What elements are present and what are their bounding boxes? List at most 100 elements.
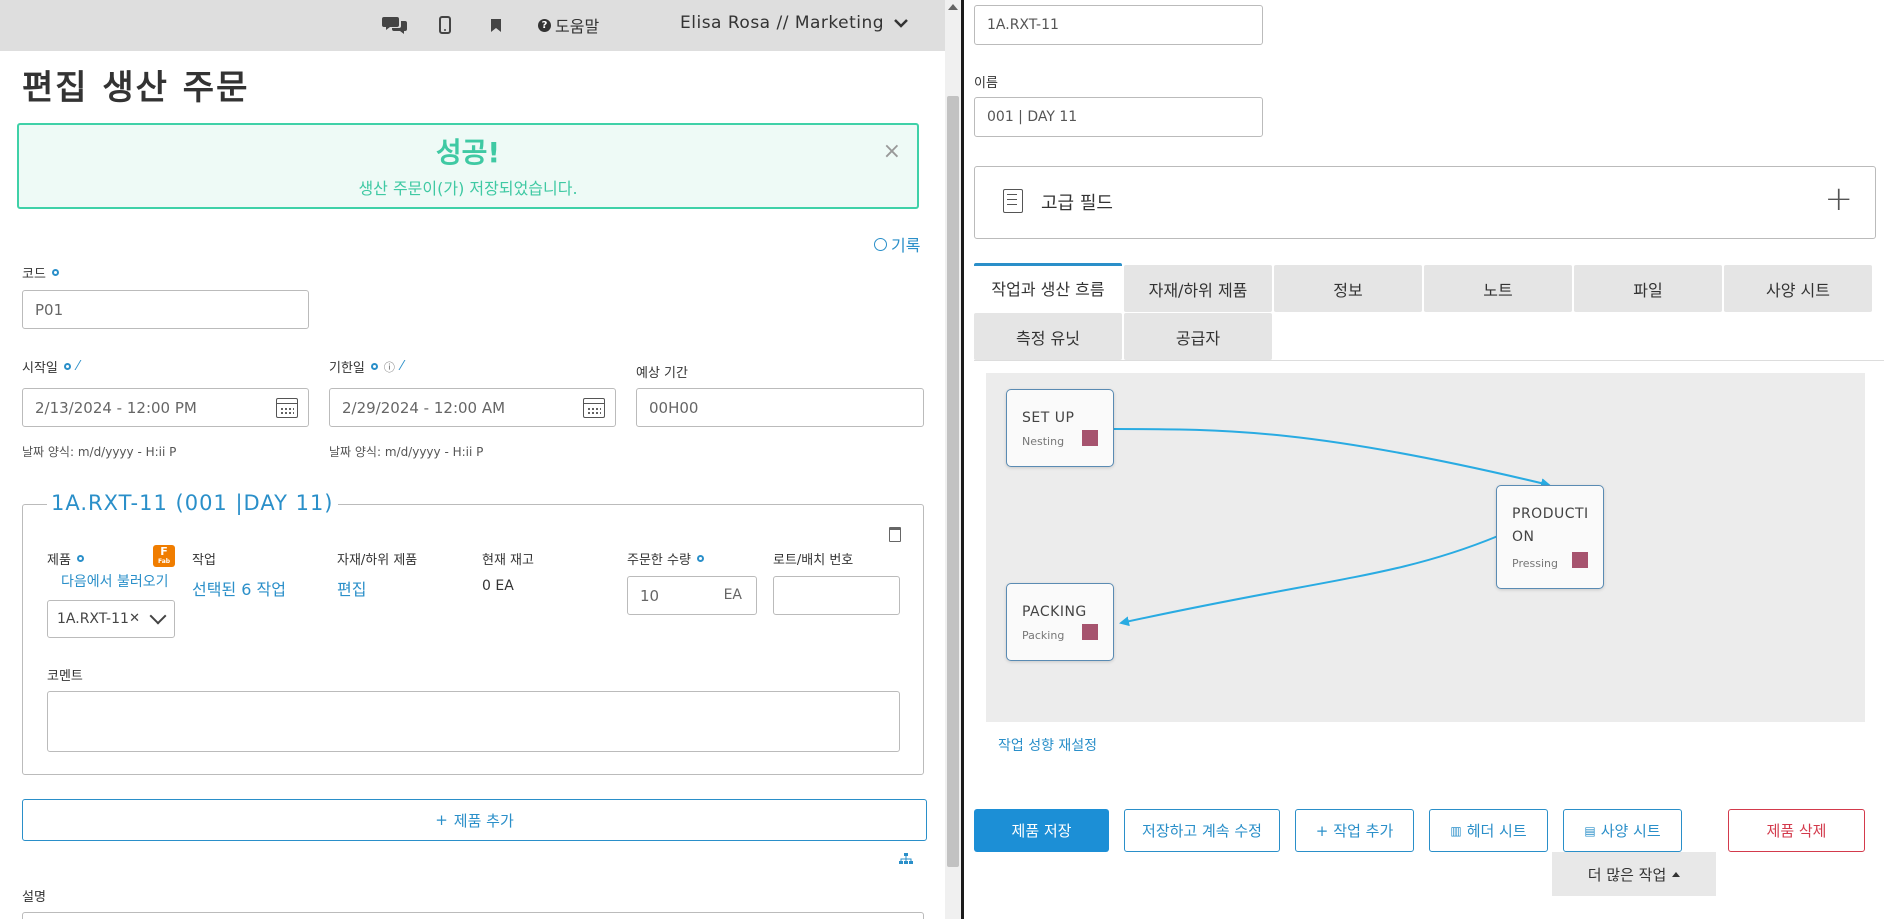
plus-icon: + (435, 811, 448, 829)
code-label: 코드 (22, 263, 59, 282)
magic-wand-icon[interactable]: ⁄ (401, 359, 403, 374)
node-color-square (1082, 430, 1098, 446)
node-sub: Nesting (1022, 435, 1065, 448)
barcode-icon: ▥ (1450, 823, 1462, 838)
product-block-title: 1A.RXT-11 (001 |DAY 11) (47, 491, 338, 515)
material-edit-link[interactable]: 편집 (337, 576, 366, 600)
comment-label: 코멘트 (47, 669, 83, 684)
node-name: PRODUCTI ON (1512, 506, 1589, 545)
tab-notes[interactable]: 노트 (1424, 265, 1572, 312)
calendar-icon[interactable] (583, 398, 605, 418)
advanced-fields-panel[interactable]: 고급 필드 + (974, 166, 1876, 239)
qty-input[interactable]: 10 EA (627, 576, 757, 615)
product-header: 제품 (47, 549, 84, 568)
plus-icon: + (1315, 821, 1329, 840)
tab-measure-units[interactable]: 측정 유닛 (974, 313, 1122, 360)
spec-sheet-button[interactable]: ▤ 사양 시트 (1563, 809, 1682, 852)
left-pane: ? 도움말 Elisa Rosa // Marketing 편집 생산 주문 성… (0, 0, 945, 919)
spec-sheet-label: 사양 시트 (1600, 822, 1661, 840)
flow-node-packing[interactable]: PACKING Packing (1006, 583, 1114, 661)
required-icon (76, 555, 84, 562)
scroll-up-icon[interactable] (948, 4, 958, 10)
task-link[interactable]: 선택된 6 작업 (192, 576, 286, 600)
tab-tasks-flow[interactable]: 작업과 생산 흐름 (974, 263, 1122, 310)
qty-unit: EA (723, 587, 742, 603)
lot-header: 로트/배치 번호 (773, 553, 854, 568)
bookmark-icon[interactable] (481, 10, 511, 40)
user-label: Elisa Rosa // Marketing (680, 13, 885, 33)
due-date-value: 2/29/2024 - 12:00 AM (342, 398, 506, 417)
save-product-button[interactable]: 제품 저장 (974, 809, 1109, 852)
node-name: PACKING (1022, 604, 1087, 620)
plus-icon[interactable]: + (1825, 179, 1854, 219)
name-label: 이름 (974, 76, 998, 91)
calendar-icon[interactable] (276, 398, 298, 418)
magic-wand-icon[interactable]: ⁄ (77, 359, 79, 374)
import-link[interactable]: 다음에서 불러오기 (61, 571, 169, 591)
product-header-text: 제품 (47, 553, 71, 568)
clock-icon (874, 237, 887, 251)
scroll-thumb[interactable] (947, 96, 959, 867)
clear-icon[interactable]: ✕ (129, 611, 140, 626)
reset-task-order-link[interactable]: 작업 성향 재설정 (998, 735, 1097, 755)
tab-suppliers[interactable]: 공급자 (1124, 313, 1272, 360)
history-link[interactable]: 기록 (874, 232, 920, 256)
chat-icon[interactable] (380, 10, 410, 40)
production-flow-canvas[interactable]: SET UP Nesting PRODUCTI ON Pressing PACK… (986, 373, 1865, 722)
header-sheet-label: 헤더 시트 (1466, 822, 1527, 840)
header-sheet-button[interactable]: ▥ 헤더 시트 (1429, 809, 1548, 852)
mobile-icon[interactable] (430, 10, 460, 40)
tab-info[interactable]: 정보 (1274, 265, 1422, 312)
stock-value: 0 EA (482, 578, 514, 594)
more-actions-button[interactable]: 더 많은 작업 (1552, 852, 1716, 896)
arrow-production-to-packing (1119, 535, 1499, 627)
user-menu[interactable]: Elisa Rosa // Marketing (680, 13, 908, 33)
scrollbar[interactable] (945, 0, 961, 919)
tab-spec-sheet[interactable]: 사양 시트 (1724, 265, 1872, 312)
close-icon[interactable]: × (883, 139, 901, 164)
comment-textarea[interactable] (47, 691, 900, 752)
tab-materials[interactable]: 자재/하위 제품 (1124, 265, 1272, 312)
advanced-fields-title: 고급 필드 (1041, 193, 1113, 214)
code-input[interactable]: P01 (22, 290, 309, 329)
required-icon (696, 555, 704, 562)
product-code-input[interactable]: 1A.RXT-11 (974, 5, 1263, 45)
fb-badge-icon: F Fab (153, 545, 175, 567)
save-continue-button[interactable]: 저장하고 계속 수정 (1124, 809, 1280, 852)
product-select-value: 1A.RXT-11 (57, 611, 129, 627)
add-product-label: 제품 추가 (453, 811, 514, 830)
trash-icon[interactable] (889, 527, 901, 542)
due-date-label-text: 기한일 (329, 361, 365, 376)
qty-header: 주문한 수량 (627, 549, 704, 568)
product-select[interactable]: 1A.RXT-11 ✕ (47, 600, 175, 638)
required-icon (63, 363, 71, 370)
stock-header: 현재 재고 (482, 553, 534, 568)
code-label-text: 코드 (22, 267, 46, 282)
lot-input[interactable] (773, 576, 900, 615)
description-field[interactable] (22, 912, 924, 919)
question-icon: ? (538, 18, 551, 32)
help-menu[interactable]: ? 도움말 (538, 13, 599, 37)
delete-product-button[interactable]: 제품 삭제 (1728, 809, 1865, 852)
hierarchy-icon[interactable] (899, 853, 913, 868)
add-product-button[interactable]: + 제품 추가 (22, 799, 927, 841)
node-sub: Packing (1022, 629, 1065, 642)
add-task-button[interactable]: + 작업 추가 (1295, 809, 1414, 852)
due-date-input[interactable]: 2/29/2024 - 12:00 AM (329, 388, 616, 427)
node-color-square (1572, 552, 1588, 568)
qty-header-text: 주문한 수량 (627, 553, 691, 568)
start-date-input[interactable]: 2/13/2024 - 12:00 PM (22, 388, 309, 427)
due-date-hint: 날짜 양식: m/d/yyyy - H:ii P (329, 445, 484, 459)
help-circle-icon[interactable]: ⓘ (384, 359, 395, 375)
page-title: 편집 생산 주문 (22, 68, 250, 108)
duration-input[interactable]: 00H00 (636, 388, 924, 427)
node-sub: Pressing (1512, 557, 1558, 570)
flow-node-setup[interactable]: SET UP Nesting (1006, 389, 1114, 467)
tab-files[interactable]: 파일 (1574, 265, 1722, 312)
due-date-label: 기한일 ⓘ ⁄ (329, 357, 403, 376)
flow-node-production[interactable]: PRODUCTI ON Pressing (1496, 485, 1604, 589)
caret-up-icon (1672, 871, 1681, 877)
product-name-input[interactable]: 001 | DAY 11 (974, 97, 1263, 137)
description-label: 설명 (22, 890, 46, 905)
help-label: 도움말 (555, 17, 600, 36)
